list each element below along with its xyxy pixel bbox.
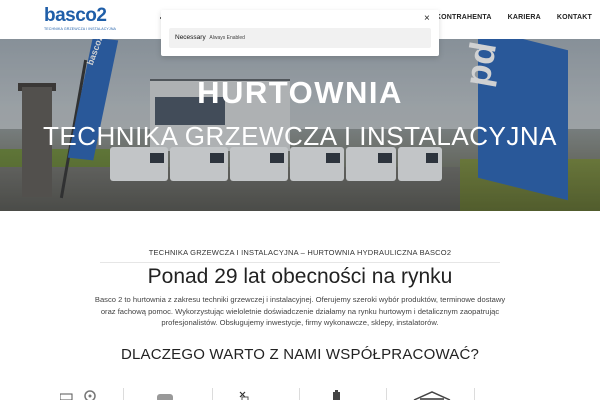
main-nav: KONTRAHENTA KARIERA KONTAKT bbox=[428, 14, 600, 21]
headline: Ponad 29 lat obecności na rynku bbox=[147, 265, 453, 288]
warehouse-icon bbox=[413, 391, 451, 400]
truck-gear-icon bbox=[60, 390, 96, 400]
cookie-preferences-panel: Necessary Always Enabled bbox=[161, 10, 439, 56]
cookie-category-state: Always Enabled bbox=[209, 35, 245, 41]
logo-tagline: TECHNIKA GRZEWCZA I INSTALACYJNA bbox=[44, 27, 117, 31]
tools-icon bbox=[239, 391, 249, 400]
features-row bbox=[0, 384, 600, 400]
why-heading: DLACZEGO WARTO Z NAMI WSPÓŁPRACOWAĆ? bbox=[120, 346, 480, 363]
cylinder-icon bbox=[333, 390, 340, 400]
divider bbox=[100, 262, 500, 263]
hero-subtitle: TECHNIKA GRZEWCZA I INSTALACYJNA bbox=[43, 121, 557, 151]
box-icon bbox=[157, 394, 173, 400]
feature-divider bbox=[386, 388, 387, 400]
nav-item-kariera[interactable]: KARIERA bbox=[500, 14, 549, 21]
nav-item-kontakt[interactable]: KONTAKT bbox=[549, 14, 600, 21]
feature-divider bbox=[123, 388, 124, 400]
feature-divider bbox=[474, 388, 475, 400]
cookie-category-necessary[interactable]: Necessary Always Enabled bbox=[169, 28, 431, 48]
feature-divider bbox=[212, 388, 213, 400]
hero-banner: basco2 pd HURTOWNIA TECHNIKA GRZEWCZA I … bbox=[0, 39, 600, 211]
feature-divider bbox=[299, 388, 300, 400]
close-icon[interactable]: × bbox=[424, 14, 430, 24]
intro-paragraph: Basco 2 to hurtownia z zakresu techniki … bbox=[94, 295, 506, 327]
hero-title: HURTOWNIA bbox=[197, 75, 403, 110]
cookie-category-label: Necessary Always Enabled bbox=[175, 34, 245, 41]
logo[interactable]: basco2 TECHNIKA GRZEWCZA I INSTALACYJNA bbox=[44, 6, 116, 34]
cookie-category-name: Necessary bbox=[175, 34, 206, 41]
logo-wordmark: basco2 bbox=[44, 5, 107, 26]
page: basco2 TECHNIKA GRZEWCZA I INSTALACYJNA … bbox=[0, 0, 600, 400]
section-label: TECHNIKA GRZEWCZA I INSTALACYJNA – HURTO… bbox=[148, 248, 452, 257]
